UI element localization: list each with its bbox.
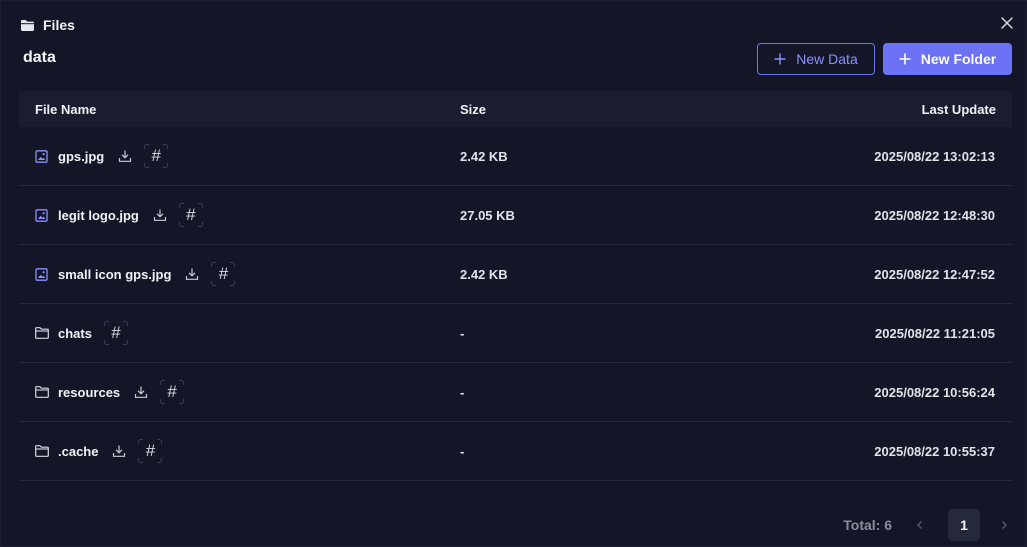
dialog-title: Files [43,17,75,33]
file-name-link[interactable]: legit logo.jpg [58,208,139,223]
hash-icon[interactable]: # [211,262,236,286]
table-row[interactable]: legit logo.jpg # 27.05 KB 2025/08/22 12:… [19,186,1012,245]
file-name-cell: legit logo.jpg # [35,200,203,230]
close-icon[interactable] [1000,16,1014,30]
files-table: File Name Size Last Update gps.jpg # 2.4… [19,91,1012,481]
current-folder-title: data [23,49,56,66]
plus-icon [774,53,786,65]
page-button-current[interactable]: 1 [948,509,980,541]
column-header-file-name[interactable]: File Name [35,102,96,117]
new-folder-label: New Folder [920,51,997,67]
folder-icon [35,386,49,398]
column-header-last-update[interactable]: Last Update [922,102,996,117]
table-row[interactable]: small icon gps.jpg # 2.42 KB 2025/08/22 … [19,245,1012,304]
table-row[interactable]: chats # - 2025/08/22 11:21:05 [19,304,1012,363]
folder-icon [35,445,49,457]
file-last-update: 2025/08/22 11:21:05 [875,325,995,341]
new-data-label: New Data [796,51,858,67]
new-data-button[interactable]: New Data [757,43,875,75]
folder-icon [35,327,49,339]
file-size: 27.05 KB [460,207,515,223]
hash-icon[interactable]: # [138,439,163,463]
file-last-update: 2025/08/22 10:56:24 [874,384,995,400]
file-name-cell: resources # [35,377,185,407]
file-last-update: 2025/08/22 13:02:13 [874,148,995,164]
total-count: Total: 6 [843,517,892,533]
image-file-icon [35,267,48,281]
file-name-cell: .cache # [35,436,163,466]
download-icon[interactable] [185,267,199,281]
file-last-update: 2025/08/22 12:47:52 [874,266,995,282]
file-size: 2.42 KB [460,148,508,164]
file-size: 2.42 KB [460,266,508,282]
new-folder-button[interactable]: New Folder [883,43,1012,75]
dialog-titlebar: Files [21,15,75,35]
file-name-cell: small icon gps.jpg # [35,259,236,289]
pagination: Total: 6 1 [843,509,1010,541]
image-file-icon [35,149,48,163]
hash-icon[interactable]: # [144,144,169,168]
download-icon[interactable] [118,149,132,163]
table-header: File Name Size Last Update [19,91,1012,127]
hash-icon[interactable]: # [178,203,203,227]
table-row[interactable]: gps.jpg # 2.42 KB 2025/08/22 13:02:13 [19,127,1012,186]
table-row[interactable]: resources # - 2025/08/22 10:56:24 [19,363,1012,422]
file-name-link[interactable]: gps.jpg [58,149,104,164]
file-last-update: 2025/08/22 12:48:30 [874,207,995,223]
file-name-cell: gps.jpg # [35,141,169,171]
image-file-icon [35,208,48,222]
hash-icon[interactable]: # [103,321,128,345]
download-icon[interactable] [112,444,126,458]
hash-icon[interactable]: # [160,380,185,404]
file-last-update: 2025/08/22 10:55:37 [874,443,995,459]
download-icon[interactable] [153,208,167,222]
chevron-left-icon[interactable] [914,519,926,531]
file-name-cell: chats # [35,318,128,348]
table-row[interactable]: .cache # - 2025/08/22 10:55:37 [19,422,1012,481]
files-dialog: Files data New Data New Folder File Name… [0,0,1027,547]
file-name-link[interactable]: small icon gps.jpg [58,267,171,282]
file-size: - [460,384,465,400]
folder-name-link[interactable]: chats [58,326,92,341]
file-size: - [460,325,465,341]
download-icon[interactable] [134,385,148,399]
folder-icon [21,19,34,31]
file-size: - [460,443,465,459]
column-header-size[interactable]: Size [460,102,486,117]
folder-name-link[interactable]: resources [58,385,120,400]
chevron-right-icon[interactable] [998,519,1010,531]
folder-name-link[interactable]: .cache [58,444,98,459]
plus-icon [899,53,911,65]
